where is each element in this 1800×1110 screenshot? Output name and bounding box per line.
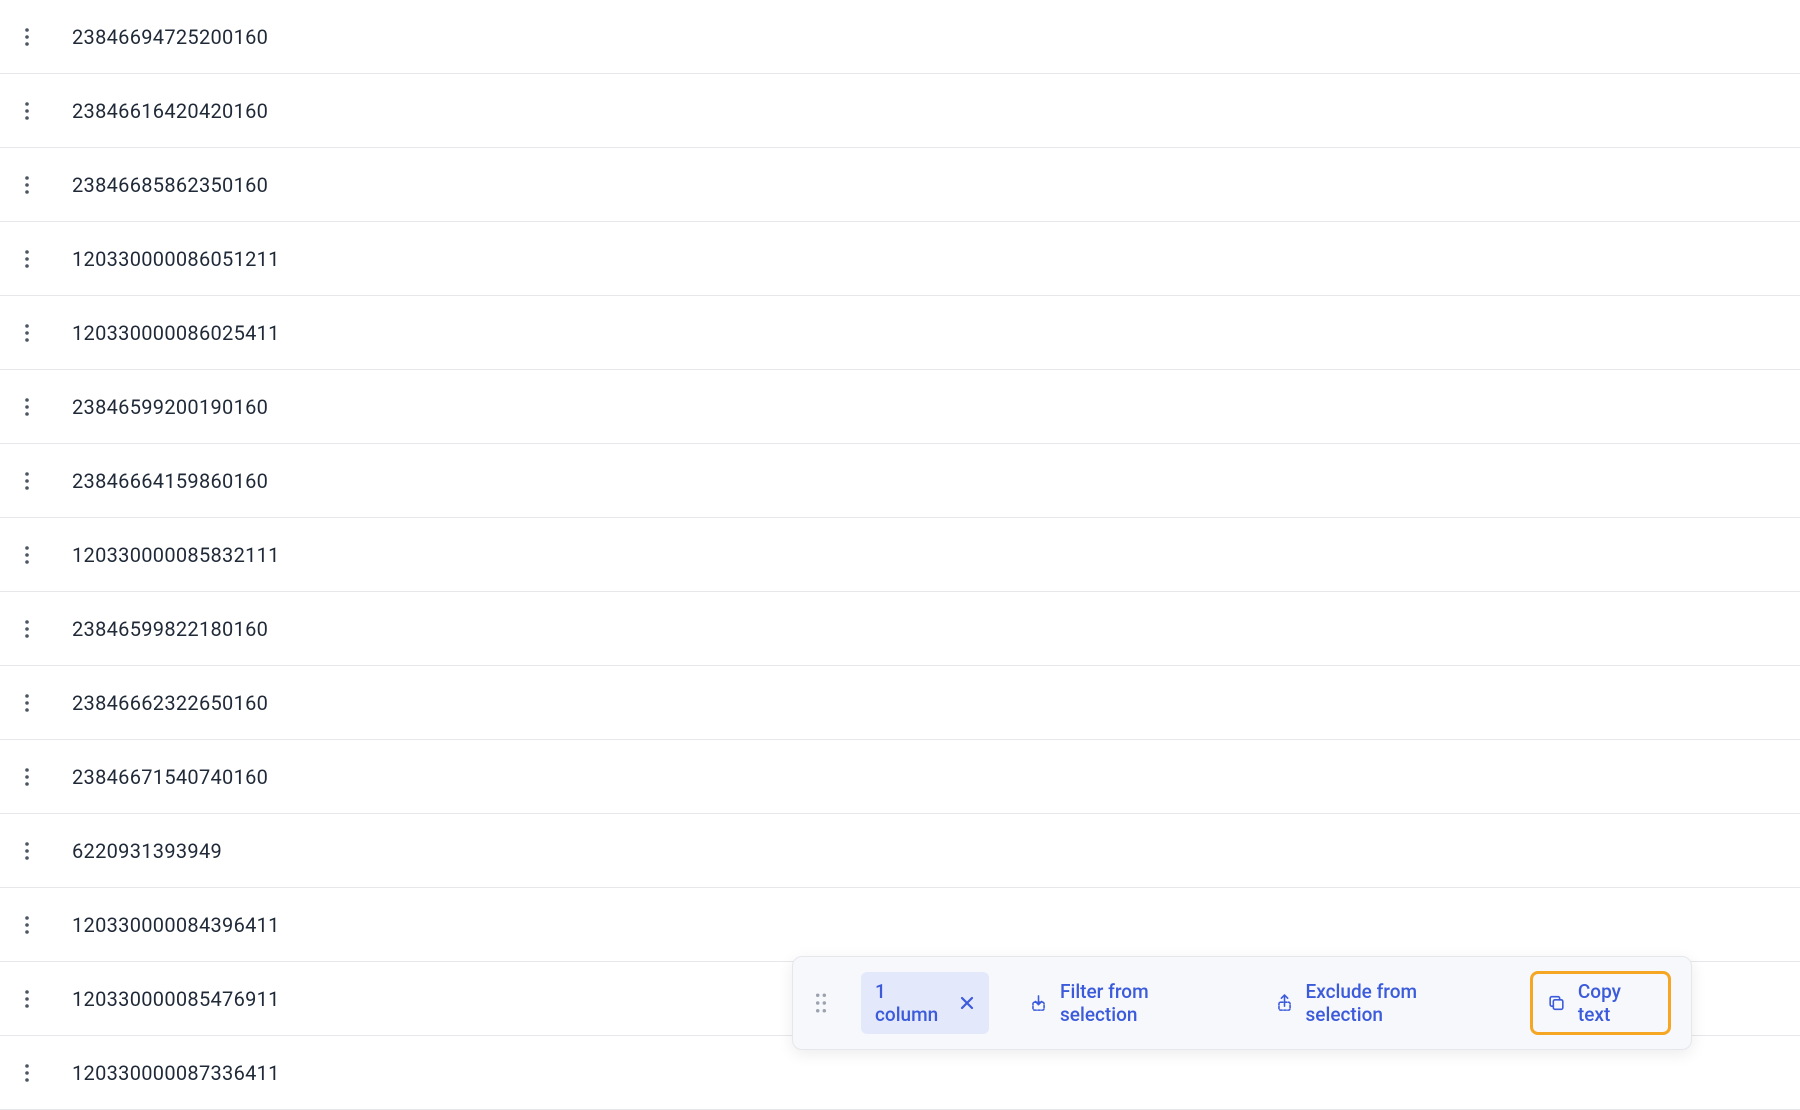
row-value: 23846616420420160 [72, 99, 268, 123]
row-menu-button[interactable] [18, 1064, 72, 1082]
table-row[interactable]: 120330000084396411 [0, 888, 1800, 962]
row-menu-button[interactable] [18, 546, 72, 564]
row-menu-button[interactable] [18, 102, 72, 120]
more-vertical-icon [18, 28, 36, 46]
row-menu-button[interactable] [18, 694, 72, 712]
more-vertical-icon [18, 620, 36, 638]
row-value: 120330000086025411 [72, 321, 280, 345]
row-menu-button[interactable] [18, 472, 72, 490]
row-menu-button[interactable] [18, 398, 72, 416]
row-value: 23846664159860160 [72, 469, 268, 493]
selection-count-label: 1 column [875, 980, 949, 1026]
more-vertical-icon [18, 472, 36, 490]
table-row[interactable]: 6220931393949 [0, 814, 1800, 888]
table-row[interactable]: 120330000085832111 [0, 518, 1800, 592]
table-row[interactable]: 23846599822180160 [0, 592, 1800, 666]
row-value: 23846685862350160 [72, 173, 268, 197]
row-value: 23846599822180160 [72, 617, 268, 641]
filter-out-icon [1275, 993, 1294, 1013]
exclude-from-selection-button[interactable]: Exclude from selection [1263, 972, 1502, 1034]
close-icon [959, 995, 975, 1011]
row-menu-button[interactable] [18, 768, 72, 786]
more-vertical-icon [18, 250, 36, 268]
more-vertical-icon [18, 1064, 36, 1082]
row-value: 120330000084396411 [72, 913, 280, 937]
row-value: 120330000086051211 [72, 247, 280, 271]
table-row[interactable]: 23846671540740160 [0, 740, 1800, 814]
more-vertical-icon [18, 102, 36, 120]
table-row[interactable]: 23846694725200160 [0, 0, 1800, 74]
row-value: 23846671540740160 [72, 765, 268, 789]
copy-icon [1547, 993, 1566, 1013]
row-menu-button[interactable] [18, 990, 72, 1008]
table-row[interactable]: 23846599200190160 [0, 370, 1800, 444]
row-value: 120330000085476911 [72, 987, 280, 1011]
row-menu-button[interactable] [18, 916, 72, 934]
row-value: 23846694725200160 [72, 25, 268, 49]
row-value: 120330000087336411 [72, 1061, 280, 1085]
row-value: 23846599200190160 [72, 395, 268, 419]
clear-selection-button[interactable] [959, 995, 975, 1011]
row-value: 23846662322650160 [72, 691, 268, 715]
table-row[interactable]: 23846664159860160 [0, 444, 1800, 518]
row-menu-button[interactable] [18, 176, 72, 194]
filter-from-selection-button[interactable]: Filter from selection [1017, 972, 1235, 1034]
drag-handle-icon[interactable] [813, 992, 833, 1014]
more-vertical-icon [18, 324, 36, 342]
table-row[interactable]: 23846662322650160 [0, 666, 1800, 740]
more-vertical-icon [18, 398, 36, 416]
row-value: 6220931393949 [72, 839, 222, 863]
row-menu-button[interactable] [18, 620, 72, 638]
more-vertical-icon [18, 768, 36, 786]
exclude-label: Exclude from selection [1306, 980, 1490, 1026]
table-row[interactable]: 120330000086051211 [0, 222, 1800, 296]
row-menu-button[interactable] [18, 28, 72, 46]
more-vertical-icon [18, 916, 36, 934]
row-menu-button[interactable] [18, 842, 72, 860]
selection-toolbar: 1 column Filter from selection Exclude f… [792, 956, 1692, 1050]
data-table: 23846694725200160 23846616420420160 238466… [0, 0, 1800, 1110]
table-row[interactable]: 120330000086025411 [0, 296, 1800, 370]
row-menu-button[interactable] [18, 250, 72, 268]
table-row[interactable]: 23846685862350160 [0, 148, 1800, 222]
filter-in-icon [1029, 993, 1048, 1013]
selection-chip: 1 column [861, 972, 989, 1034]
copy-label: Copy text [1578, 980, 1654, 1026]
more-vertical-icon [18, 694, 36, 712]
row-menu-button[interactable] [18, 324, 72, 342]
more-vertical-icon [18, 990, 36, 1008]
copy-text-button[interactable]: Copy text [1530, 971, 1671, 1035]
filter-label: Filter from selection [1060, 980, 1222, 1026]
row-value: 120330000085832111 [72, 543, 280, 567]
more-vertical-icon [18, 546, 36, 564]
table-row[interactable]: 23846616420420160 [0, 74, 1800, 148]
more-vertical-icon [18, 176, 36, 194]
more-vertical-icon [18, 842, 36, 860]
